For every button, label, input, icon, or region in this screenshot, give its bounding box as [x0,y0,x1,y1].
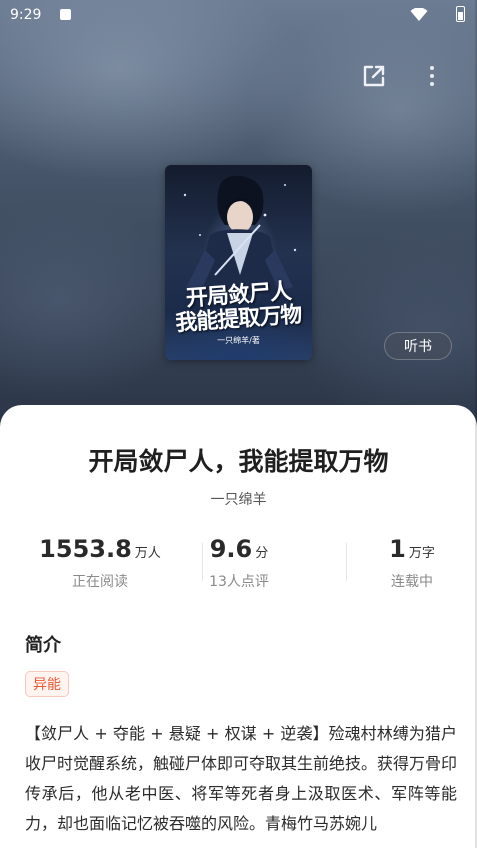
notification-icon [60,9,71,20]
stat-value: 1 [389,535,406,563]
stat-word-count[interactable]: 1 万字 连载中 [347,535,477,591]
share-external-icon [363,65,385,87]
cover-author: 一只绵羊/著 [217,336,260,345]
stat-unit: 万字 [408,546,435,561]
status-bar: 9:29 [0,0,477,32]
book-detail-sheet: 开局敛尸人，我能提取万物 一只绵羊 1553.8 万人 正在阅读 9.6 分 13人… [0,405,477,848]
genre-tag[interactable]: 异能 [25,671,69,697]
book-cover[interactable]: 开局敛尸人 我能提取万物 一只绵羊/著 [165,165,312,360]
stat-unit: 万人 [134,546,161,561]
stat-value: 9.6 [209,535,253,563]
more-vertical-icon [430,66,434,70]
share-button[interactable] [358,60,390,92]
more-options-button[interactable] [420,60,444,92]
book-title: 开局敛尸人，我能提取万物 [88,447,389,476]
stat-rating[interactable]: 9.6 分 13人点评 [194,535,284,591]
intro-heading: 简介 [25,635,61,656]
wifi-icon [410,7,428,26]
header-backdrop: 9:29 开局敛尸人 我能提取万物 一只绵羊/著 听书 [0,0,477,430]
stat-value: 1553.8 [39,535,132,563]
stat-readers: 1553.8 万人 正在阅读 [20,535,180,591]
stat-label: 13人点评 [209,574,269,590]
book-author[interactable]: 一只绵羊 [0,489,477,509]
listen-button[interactable]: 听书 [384,332,452,360]
status-time: 9:29 [10,7,42,23]
stat-unit: 分 [255,546,269,561]
stat-label: 连载中 [391,574,433,590]
battery-icon [456,6,465,22]
stat-label: 正在阅读 [72,574,128,590]
book-description[interactable]: 【敛尸人 + 夺能 + 悬疑 + 权谋 + 逆袭】殓魂村林缚为猎户收尸时觉醒系统… [25,719,457,839]
